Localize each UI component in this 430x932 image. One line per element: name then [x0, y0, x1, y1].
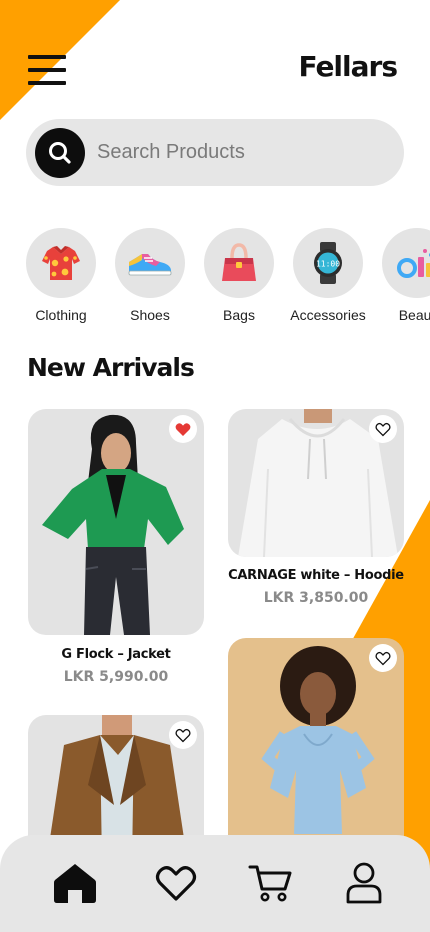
- nav-cart-button[interactable]: [246, 859, 294, 907]
- heart-filled-icon: [175, 422, 191, 436]
- favorite-button[interactable]: [369, 644, 397, 672]
- home-icon: [54, 864, 96, 903]
- nav-profile-button[interactable]: [340, 859, 388, 907]
- category-shoes[interactable]: Shoes: [115, 228, 185, 323]
- heart-outline-icon: [375, 422, 391, 436]
- category-label: Shoes: [130, 307, 170, 323]
- section-title-new-arrivals: New Arrivals: [27, 353, 195, 382]
- sneaker-icon: [115, 228, 185, 298]
- heart-outline-icon: [375, 651, 391, 665]
- category-label: Clothing: [35, 307, 87, 323]
- heart-icon: [155, 866, 197, 901]
- product-price: LKR 3,850.00: [263, 590, 369, 606]
- favorite-button[interactable]: [169, 721, 197, 749]
- category-bags[interactable]: Bags: [204, 228, 274, 323]
- category-label: Accessories: [290, 307, 366, 323]
- search-bar[interactable]: [26, 119, 404, 186]
- product-card-dress[interactable]: [228, 638, 404, 864]
- menu-bar: [28, 55, 66, 59]
- brand-logo: Fellars: [298, 50, 398, 83]
- user-icon: [346, 862, 382, 904]
- shirt-icon: [26, 228, 96, 298]
- heart-outline-icon: [175, 728, 191, 742]
- category-label: Beaut: [398, 307, 430, 323]
- favorite-button[interactable]: [169, 415, 197, 443]
- category-clothing[interactable]: Clothing: [26, 228, 96, 323]
- product-price: LKR 5,990.00: [63, 669, 169, 685]
- nav-favorites-button[interactable]: [152, 859, 200, 907]
- menu-bar: [28, 81, 66, 85]
- product-name: CARNAGE white – Hoodie: [228, 568, 404, 583]
- menu-bar: [28, 68, 66, 72]
- category-list: Clothing Shoes Bags 11:00 Accessories Be…: [26, 228, 430, 328]
- cart-icon: [248, 865, 292, 902]
- product-name: G Flock – Jacket: [61, 647, 171, 662]
- cosmetics-icon: [382, 228, 430, 298]
- product-image: [42, 414, 184, 635]
- product-card-hoodie[interactable]: [228, 409, 404, 557]
- bottom-navigation: [0, 835, 430, 932]
- handbag-icon: [204, 228, 274, 298]
- category-label: Bags: [223, 307, 255, 323]
- svg-text:11:00: 11:00: [316, 260, 340, 269]
- category-beauty[interactable]: Beaut: [382, 228, 430, 323]
- category-accessories[interactable]: 11:00 Accessories: [290, 228, 366, 323]
- nav-home-button[interactable]: [51, 859, 99, 907]
- search-icon[interactable]: [35, 127, 85, 178]
- search-input[interactable]: [97, 141, 377, 164]
- product-card-jacket[interactable]: [28, 409, 204, 635]
- product-image: [261, 646, 375, 834]
- hamburger-menu-icon[interactable]: [28, 55, 66, 85]
- favorite-button[interactable]: [369, 415, 397, 443]
- watch-icon: 11:00: [293, 228, 363, 298]
